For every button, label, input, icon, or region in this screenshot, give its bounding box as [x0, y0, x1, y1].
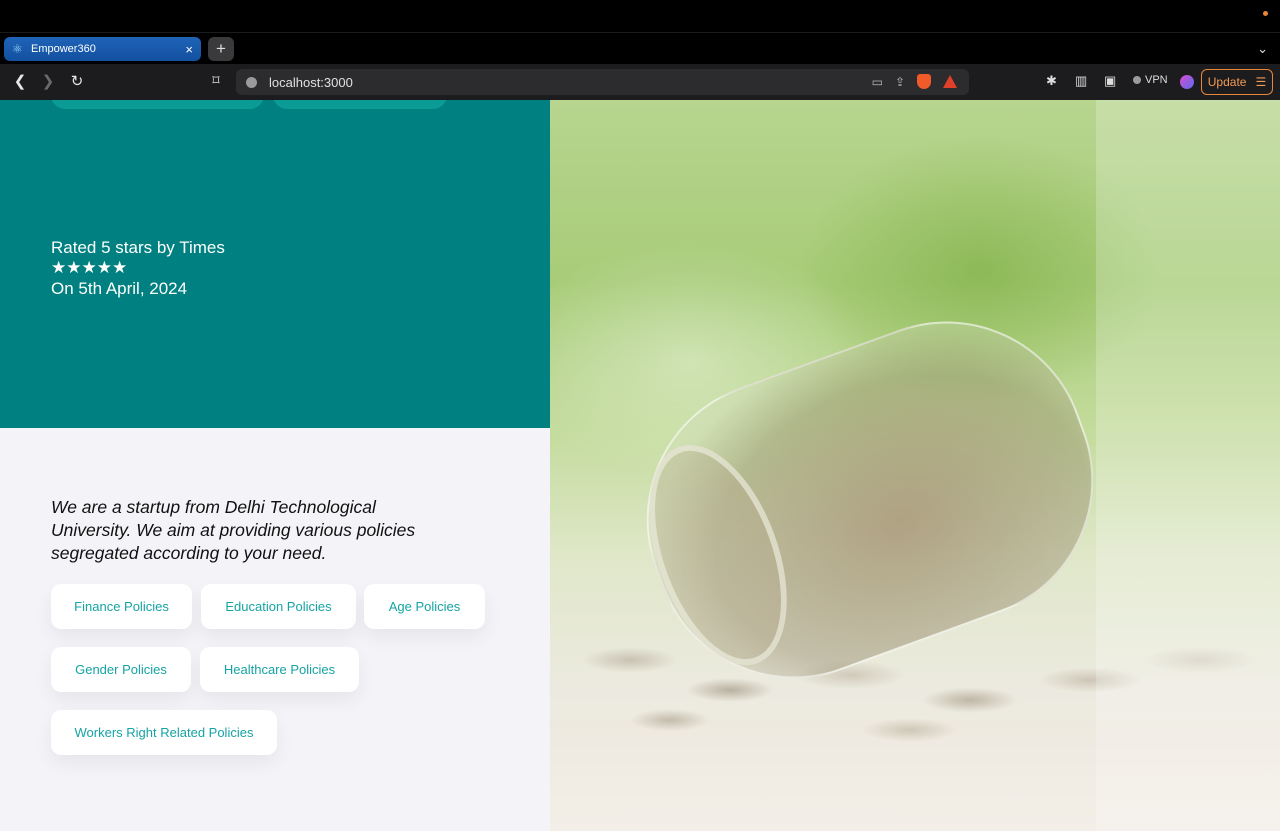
- brave-rewards-icon[interactable]: [943, 75, 957, 88]
- tab-empower360[interactable]: ⚛ Empower360 ×: [4, 37, 201, 61]
- chip-age-policies[interactable]: Age Policies: [364, 584, 485, 629]
- tab-close-icon[interactable]: ×: [185, 42, 193, 57]
- extensions-icon[interactable]: ✱: [1046, 73, 1057, 89]
- bookmark-icon[interactable]: ⌑: [206, 72, 226, 89]
- site-info-icon[interactable]: [246, 76, 257, 88]
- page-viewport: Rated 5 stars by Times ★★★★★ On 5th Apri…: [0, 100, 1280, 831]
- coins-jar-photo: [550, 100, 1280, 831]
- about-text: We are a startup from Delhi Technologica…: [51, 497, 416, 563]
- rating-block: Rated 5 stars by Times ★★★★★ On 5th Apri…: [51, 237, 225, 299]
- tab-title: Empower360: [31, 43, 96, 55]
- tab-strip: ⚛ Empower360 × + ⌄: [0, 32, 1280, 64]
- profile-avatar[interactable]: [1180, 75, 1194, 89]
- rating-stars-icon: ★★★★★: [51, 258, 128, 277]
- system-top-bar: [0, 0, 1280, 32]
- tab-list-chevron-icon[interactable]: ⌄: [1257, 41, 1268, 57]
- chip-education-policies[interactable]: Education Policies: [201, 584, 356, 629]
- chip-gender-policies[interactable]: Gender Policies: [51, 647, 191, 692]
- react-icon: ⚛: [12, 42, 23, 56]
- menu-icon: ☰: [1255, 75, 1267, 89]
- forward-icon[interactable]: ❯: [38, 72, 58, 90]
- address-bar[interactable]: localhost:3000 ▭ ⇪: [236, 69, 969, 95]
- sidebar-icon[interactable]: ▥: [1075, 73, 1087, 89]
- chip-finance-policies[interactable]: Finance Policies: [51, 584, 192, 629]
- notification-dot: [1263, 11, 1268, 16]
- vpn-button[interactable]: VPN: [1133, 74, 1168, 86]
- browser-toolbar: ❮ ❯ ↻ ⌑ localhost:3000 ▭ ⇪ ✱ ▥ ▣ VPN Upd…: [0, 64, 1280, 100]
- vpn-label: VPN: [1145, 74, 1168, 86]
- hero-button-secondary[interactable]: [273, 100, 447, 109]
- cast-icon[interactable]: ▭: [872, 75, 883, 89]
- url-text: localhost:3000: [269, 74, 353, 90]
- share-icon[interactable]: ⇪: [895, 75, 905, 89]
- rating-date: On 5th April, 2024: [51, 279, 188, 298]
- update-label: Update: [1207, 75, 1247, 89]
- vpn-status-icon: [1133, 76, 1141, 84]
- brave-shields-icon[interactable]: [917, 74, 931, 89]
- hero-button-primary[interactable]: [51, 100, 264, 109]
- new-tab-button[interactable]: +: [208, 37, 234, 61]
- update-button[interactable]: Update ☰: [1201, 69, 1273, 95]
- chip-healthcare-policies[interactable]: Healthcare Policies: [200, 647, 359, 692]
- back-icon[interactable]: ❮: [10, 72, 30, 90]
- reload-icon[interactable]: ↻: [67, 72, 87, 90]
- chip-workers-right-policies[interactable]: Workers Right Related Policies: [51, 710, 277, 755]
- rating-text: Rated 5 stars by Times: [51, 238, 225, 257]
- wallet-icon[interactable]: ▣: [1104, 73, 1116, 89]
- hero-section: Rated 5 stars by Times ★★★★★ On 5th Apri…: [0, 100, 550, 428]
